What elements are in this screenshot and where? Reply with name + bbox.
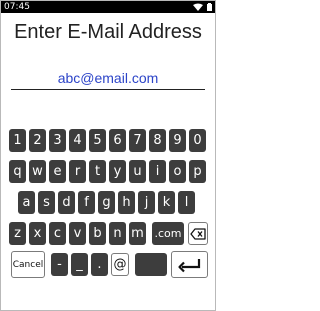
key-i[interactable]: i [149, 160, 166, 183]
key-9[interactable]: 9 [169, 129, 186, 152]
key-6[interactable]: 6 [109, 129, 126, 152]
key-p[interactable]: p [189, 160, 206, 183]
screen: 07:45 Enter E-Mail Address abc@email.com… [0, 0, 216, 311]
status-icons [193, 3, 212, 11]
key-underscore[interactable]: _ [71, 253, 88, 276]
key-m[interactable]: m [129, 222, 146, 245]
status-time: 07:45 [4, 2, 30, 12]
key-r[interactable]: r [69, 160, 86, 183]
enter-icon [177, 258, 200, 272]
key-w[interactable]: w [29, 160, 46, 183]
key-b[interactable]: b [89, 222, 106, 245]
key-k[interactable]: k [158, 191, 175, 214]
key-s[interactable]: s [38, 191, 55, 214]
email-field[interactable]: abc@email.com [11, 69, 205, 87]
key-g[interactable]: g [98, 191, 115, 214]
key-e[interactable]: e [49, 160, 66, 183]
key-2[interactable]: 2 [29, 129, 46, 152]
cancel-button[interactable]: Cancel [11, 251, 45, 278]
key-v[interactable]: v [69, 222, 86, 245]
enter-key[interactable] [171, 251, 208, 278]
key-n[interactable]: n [109, 222, 126, 245]
backspace-icon [190, 227, 206, 240]
key-8[interactable]: 8 [149, 129, 166, 152]
key-x[interactable]: x [29, 222, 46, 245]
on-screen-keyboard: 1 2 3 4 5 6 7 8 9 0 q w e r t y u i o p … [1, 124, 215, 310]
key-j[interactable]: j [138, 191, 155, 214]
space-key[interactable] [135, 253, 167, 276]
key-t[interactable]: t [89, 160, 106, 183]
key-a[interactable]: a [18, 191, 35, 214]
key-f[interactable]: f [78, 191, 95, 214]
key-4[interactable]: 4 [69, 129, 86, 152]
key-z[interactable]: z [9, 222, 26, 245]
key-d[interactable]: d [58, 191, 75, 214]
key-0[interactable]: 0 [189, 129, 206, 152]
key-y[interactable]: y [109, 160, 126, 183]
key-at[interactable]: @ [111, 253, 129, 276]
key-h[interactable]: h [118, 191, 135, 214]
wifi-icon [193, 3, 203, 11]
key-q[interactable]: q [9, 160, 26, 183]
email-field-underline [11, 89, 205, 90]
key-5[interactable]: 5 [89, 129, 106, 152]
key-3[interactable]: 3 [49, 129, 66, 152]
key-dot[interactable]: . [91, 253, 108, 276]
key-u[interactable]: u [129, 160, 146, 183]
key-c[interactable]: c [49, 222, 66, 245]
key-o[interactable]: o [169, 160, 186, 183]
backspace-key[interactable] [188, 222, 208, 245]
key-1[interactable]: 1 [9, 129, 26, 152]
page-title: Enter E-Mail Address [14, 21, 202, 43]
dotcom-key[interactable]: .com [152, 222, 184, 245]
battery-icon [207, 3, 212, 11]
status-bar: 07:45 [1, 1, 215, 13]
key-l[interactable]: l [178, 191, 195, 214]
key-7[interactable]: 7 [129, 129, 146, 152]
key-dash[interactable]: - [51, 253, 68, 276]
